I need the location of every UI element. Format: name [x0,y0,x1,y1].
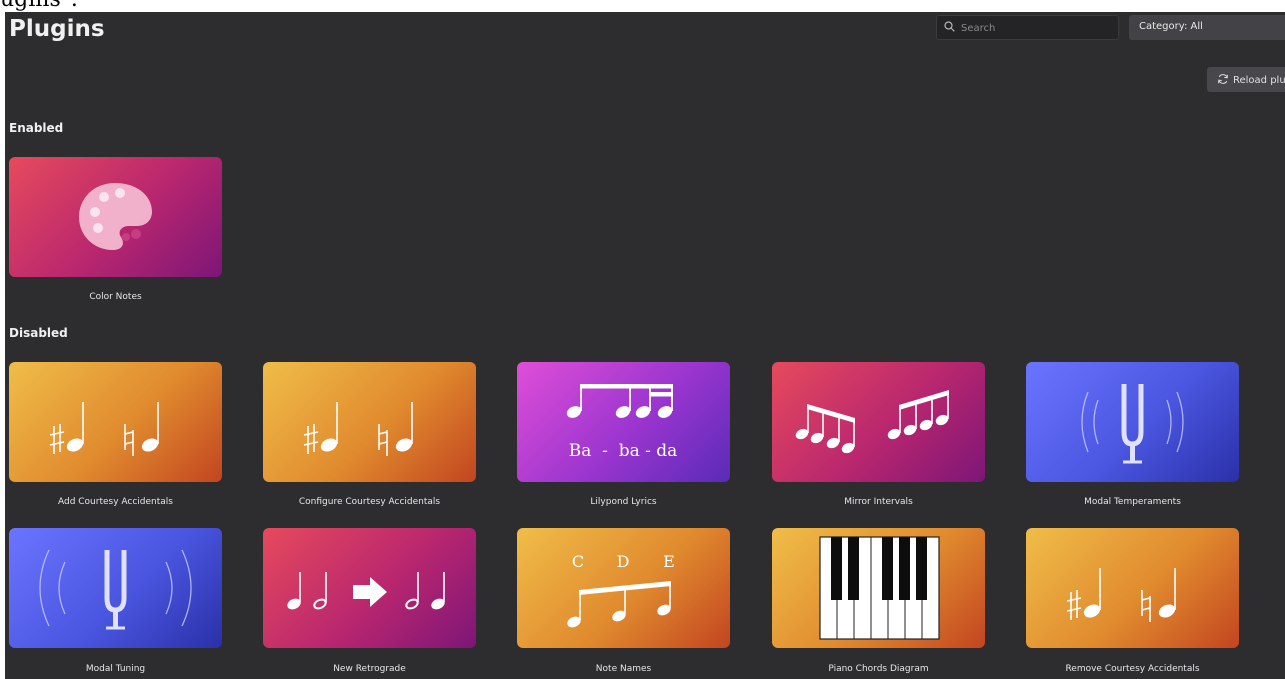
reload-label: Reload plug [1233,75,1285,86]
search-input[interactable] [959,18,1113,39]
plugin-card-color-notes[interactable] [9,157,222,277]
reload-icon [1218,74,1228,84]
tuning-fork-icon [39,549,192,630]
plugin-label: New Retrograde [333,664,406,674]
beamed-notes-icon: Ba - ba - da [566,384,678,461]
plugin-label: Add Courtesy Accidentals [57,497,173,507]
plugin-card-add-courtesy-accidentals[interactable] [9,362,222,482]
plugin-card-piano-chords-diagram[interactable] [772,528,985,648]
section-disabled: Disabled [9,326,68,340]
plugin-card-new-retrograde[interactable] [263,528,476,648]
piano-keys-icon [819,536,940,640]
plugin-label: Mirror Intervals [844,497,913,507]
page-title: Plugins [9,16,105,42]
plugin-label: Configure Courtesy Accidentals [298,497,441,507]
note-name-e: E [663,552,675,571]
top-strip-text: ugins". [0,0,78,12]
plugin-card-modal-tuning[interactable] [9,528,222,648]
sharp-natural-notes-icon [1066,568,1176,622]
plugin-label: Modal Temperaments [1084,497,1181,507]
plugin-label: Piano Chords Diagram [828,664,929,674]
lyrics-text: Ba - ba - da [569,441,678,461]
plugins-panel: Plugins Category: All Reload plug Enable… [5,12,1285,679]
mirror-intervals-icon [795,390,949,454]
plugin-card-remove-courtesy-accidentals[interactable] [1026,528,1239,648]
plugin-card-configure-courtesy-accidentals[interactable] [263,362,476,482]
sharp-natural-notes-icon [303,402,413,456]
plugin-card-note-names[interactable]: C D E [517,528,730,648]
plugin-label: Remove Courtesy Accidentals [1065,664,1200,674]
tuning-fork-icon [1081,384,1184,464]
plugin-card-modal-temperaments[interactable] [1026,362,1239,482]
plugin-card-mirror-intervals[interactable] [772,362,985,482]
plugin-card-lilypond-lyrics[interactable]: Ba - ba - da [517,362,730,482]
sharp-natural-notes-icon [49,402,159,456]
note-name-c: C [572,552,584,571]
retrograde-arrow-icon [287,572,445,610]
plugin-label: Note Names [595,664,652,674]
search-box[interactable] [936,15,1119,40]
section-enabled: Enabled [9,121,64,135]
top-strip: ugins". [0,0,1285,12]
category-dropdown[interactable]: Category: All [1129,15,1285,40]
plugin-label: Modal Tuning [85,664,146,674]
note-name-d: D [617,552,630,571]
note-names-icon: C D E [567,552,675,628]
palette-icon [79,183,152,250]
search-icon [944,21,955,32]
plugin-label: Lilypond Lyrics [590,497,657,507]
plugin-label: Color Notes [89,292,142,302]
reload-plugins-button[interactable]: Reload plug [1207,67,1285,92]
